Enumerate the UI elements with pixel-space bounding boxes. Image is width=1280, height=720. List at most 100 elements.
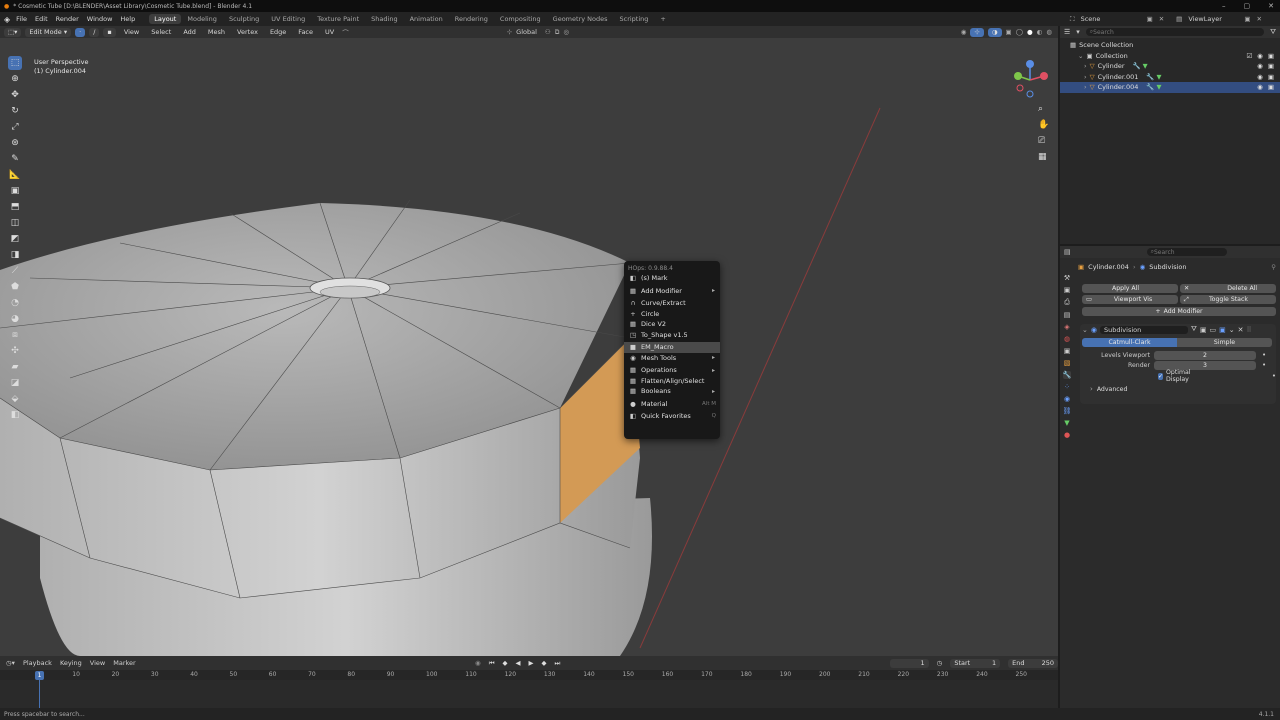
play-reverse-icon[interactable]: ◀ xyxy=(516,659,521,667)
tab-texture-paint[interactable]: Texture Paint xyxy=(311,15,365,23)
menu-select[interactable]: Select xyxy=(147,28,175,36)
eye-icon[interactable]: ◉ xyxy=(1257,62,1263,70)
overlay-toggle[interactable]: ◑ xyxy=(987,27,1002,37)
toggle-stack-button[interactable]: ⤢ Toggle Stack xyxy=(1180,295,1276,304)
camera-icon[interactable]: ▣ xyxy=(1268,83,1274,91)
minimize-icon[interactable]: – xyxy=(1222,2,1226,10)
timeline-area[interactable]: 10 20 30 40 50 60 70 80 90 100 110 120 130 140 150 160 1… xyxy=(0,670,1058,708)
poly-build-icon[interactable]: ⬟ xyxy=(8,280,22,294)
select-mode-edge[interactable]: / xyxy=(89,27,100,37)
end-frame-field[interactable]: End 250 xyxy=(1008,658,1059,668)
material-tab-icon[interactable]: ● xyxy=(1064,431,1070,439)
menu-vertex[interactable]: Vertex xyxy=(233,28,262,36)
shading-render-icon[interactable]: ◍ xyxy=(1046,28,1052,36)
loop-cut-icon[interactable]: ◨ xyxy=(8,248,22,262)
menu-item-mesh-tools[interactable]: ◉ Mesh Tools ▸ xyxy=(624,353,720,364)
simple-button[interactable]: Simple xyxy=(1177,338,1272,347)
tab-animation[interactable]: Animation xyxy=(404,15,449,23)
expand-icon[interactable]: › xyxy=(1084,73,1087,81)
scale-icon[interactable]: ⤢ xyxy=(8,120,22,134)
add-cube-icon[interactable]: ▣ xyxy=(8,184,22,198)
shading-wireframe-icon[interactable]: ◯ xyxy=(1016,28,1023,36)
perspective-grid-icon[interactable]: ▦ xyxy=(1038,152,1049,162)
shear-icon[interactable]: ▰ xyxy=(8,360,22,374)
apply-all-button[interactable]: Apply All xyxy=(1082,284,1178,293)
filter-icon[interactable]: ⛛ xyxy=(1270,28,1276,37)
prev-keyframe-icon[interactable]: ◆ xyxy=(503,659,508,667)
3d-viewport[interactable]: User Perspective (1) Cylinder.004 ⌕ ✋ ⎚ … xyxy=(0,38,1058,656)
tab-sculpting[interactable]: Sculpting xyxy=(223,15,265,23)
annotate-icon[interactable]: ✎ xyxy=(8,152,22,166)
gizmo-toggle[interactable]: ⊹ xyxy=(970,27,984,37)
collection-row[interactable]: ⌄ ▣ Collection ☑ ◉ ▣ xyxy=(1060,51,1280,62)
expand-icon[interactable]: › xyxy=(1084,83,1087,91)
scene-name[interactable]: Scene xyxy=(1081,15,1141,23)
menu-window[interactable]: Window xyxy=(83,15,117,23)
menu-view[interactable]: View xyxy=(120,28,143,36)
mode-selector[interactable]: Edit Mode ▾ xyxy=(25,27,72,37)
menu-timeline-view[interactable]: View xyxy=(90,659,105,667)
menu-keying[interactable]: Keying xyxy=(60,659,82,667)
delete-all-button[interactable]: ✕ Delete All xyxy=(1180,284,1276,293)
navigation-gizmo[interactable] xyxy=(1008,58,1052,102)
menu-item-quick-favorites[interactable]: ◧ Quick Favorites Q xyxy=(624,411,720,422)
catmull-clark-button[interactable]: Catmull-Clark xyxy=(1082,338,1177,347)
zoom-icon[interactable]: ⌕ xyxy=(1038,104,1049,114)
menu-edge[interactable]: Edge xyxy=(266,28,290,36)
collection-tab-icon[interactable]: ▣ xyxy=(1064,347,1071,355)
render-tab-icon[interactable]: ▣ xyxy=(1064,286,1071,294)
new-scene-icon[interactable]: ▣ xyxy=(1147,15,1153,23)
menu-edit[interactable]: Edit xyxy=(31,15,52,23)
start-frame-field[interactable]: Start 1 xyxy=(950,658,1001,668)
levels-viewport-field[interactable]: 2 xyxy=(1154,350,1256,360)
output-tab-icon[interactable]: ⎙ xyxy=(1064,298,1070,307)
snap-icon[interactable]: ⌒ xyxy=(342,27,349,37)
camera-view-icon[interactable]: ⎚ xyxy=(1038,136,1049,146)
shading-material-icon[interactable]: ◐ xyxy=(1037,28,1043,36)
properties-editor-icon[interactable]: ▤ xyxy=(1064,248,1071,256)
outliner-editor-icon[interactable]: ☰ xyxy=(1064,28,1070,36)
physics-tab-icon[interactable]: ◉ xyxy=(1064,395,1070,403)
eye-icon[interactable]: ◉ xyxy=(1257,73,1263,81)
tab-shading[interactable]: Shading xyxy=(365,15,403,23)
menu-face[interactable]: Face xyxy=(294,28,317,36)
menu-item-s-mark[interactable]: ◧ (s) Mark xyxy=(624,273,720,284)
menu-file[interactable]: File xyxy=(12,15,31,23)
xray-icon[interactable]: ▣ xyxy=(1006,28,1012,36)
viewport-icon[interactable]: ▭ xyxy=(1210,326,1217,334)
shrink-fatten-icon[interactable]: ✣ xyxy=(8,344,22,358)
data-tab-icon[interactable]: ▼ xyxy=(1064,419,1069,427)
properties-search[interactable]: ⌕ Search xyxy=(1146,248,1227,256)
move-icon[interactable]: ✥ xyxy=(8,88,22,102)
select-mode-vertex[interactable]: · xyxy=(75,27,86,37)
play-icon[interactable]: ▶ xyxy=(529,659,534,667)
menu-playback[interactable]: Playback xyxy=(23,659,52,667)
inset-icon[interactable]: ◫ xyxy=(8,216,22,230)
smooth-icon[interactable]: ◕ xyxy=(8,312,22,326)
keyframe-dot-icon[interactable]: • xyxy=(1272,372,1276,380)
bevel-icon[interactable]: ◩ xyxy=(8,232,22,246)
transform-icon[interactable]: ⊛ xyxy=(8,136,22,150)
menu-item-flatten-align-select[interactable]: ▦ Flatten/Align/Select xyxy=(624,376,720,387)
auto-key-icon[interactable]: ◉ xyxy=(475,659,481,667)
outliner-object-row[interactable]: › ▽ Cylinder 🔧 ▼ ◉ ▣ xyxy=(1060,61,1280,72)
scene-collection-row[interactable]: ▦ Scene Collection xyxy=(1060,40,1280,51)
constraints-tab-icon[interactable]: ⛓ xyxy=(1063,407,1072,415)
scene-tab-icon[interactable]: ◈ xyxy=(1064,323,1069,331)
add-workspace-button[interactable]: + xyxy=(654,15,671,23)
outliner-object-row[interactable]: › ▽ Cylinder.004 🔧 ▼ ◉ ▣ xyxy=(1060,82,1280,93)
add-modifier-button[interactable]: + Add Modifier xyxy=(1082,307,1276,316)
dropdown-icon[interactable]: ⌄ xyxy=(1229,326,1235,334)
camera-icon[interactable]: ▣ xyxy=(1268,62,1274,70)
visibility-icon[interactable]: ◉ xyxy=(961,28,967,36)
jump-start-icon[interactable]: ⏮ xyxy=(489,659,495,668)
jump-end-icon[interactable]: ⏭ xyxy=(555,659,561,668)
menu-item-to-shape-v1-5[interactable]: ◳ To_Shape v1.5 xyxy=(624,330,720,341)
filter-icon[interactable]: ⛛ xyxy=(1191,325,1197,334)
outliner-search[interactable]: ⌕ Search xyxy=(1085,28,1265,36)
view-layer-name[interactable]: ViewLayer xyxy=(1188,15,1238,23)
display-mode-icon[interactable]: ▾ xyxy=(1076,28,1080,36)
tab-compositing[interactable]: Compositing xyxy=(494,15,547,23)
rip-icon[interactable]: ◪ xyxy=(8,376,22,390)
expand-icon[interactable]: › xyxy=(1084,62,1087,70)
